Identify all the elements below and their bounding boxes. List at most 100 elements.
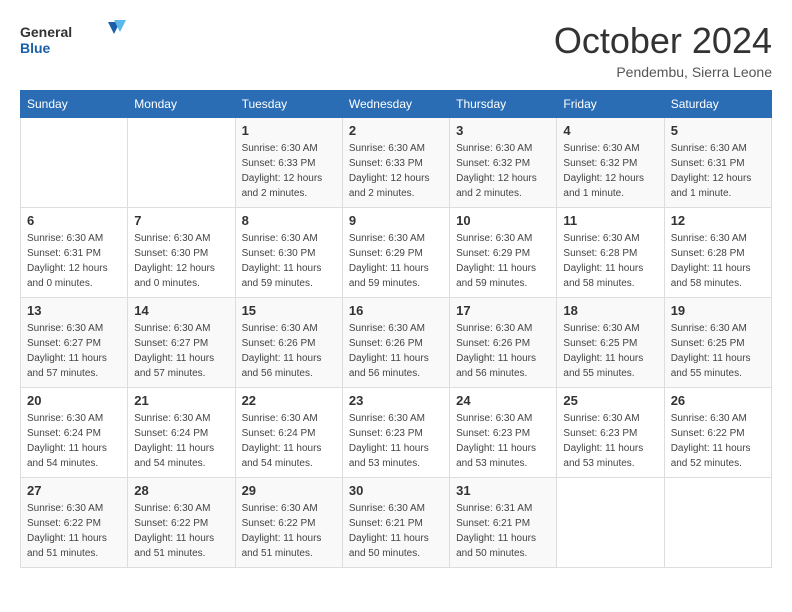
calendar-cell: 2 Sunrise: 6:30 AM Sunset: 6:33 PM Daylig…: [342, 118, 449, 208]
calendar-cell: 9 Sunrise: 6:30 AM Sunset: 6:29 PM Daylig…: [342, 208, 449, 298]
svg-text:Blue: Blue: [20, 40, 51, 56]
calendar-cell: 17 Sunrise: 6:30 AM Sunset: 6:26 PM Dayli…: [450, 298, 557, 388]
calendar-cell: 27Sunrise: 6:30 AM Sunset: 6:22 PM Dayli…: [21, 478, 128, 568]
day-detail: Sunrise: 6:30 AM Sunset: 6:24 PM Dayligh…: [134, 411, 228, 471]
day-number: 21: [134, 393, 228, 408]
calendar-cell: 16 Sunrise: 6:30 AM Sunset: 6:26 PM Dayli…: [342, 298, 449, 388]
day-detail: Sunrise: 6:30 AM Sunset: 6:25 PM Dayligh…: [563, 321, 657, 381]
day-detail: Sunrise: 6:30 AM Sunset: 6:27 PM Dayligh…: [27, 321, 121, 381]
header-saturday: Saturday: [664, 91, 771, 118]
calendar-cell: 26Sunrise: 6:30 AM Sunset: 6:22 PM Dayli…: [664, 388, 771, 478]
week-row-1: 1 Sunrise: 6:30 AM Sunset: 6:33 PM Daylig…: [21, 118, 772, 208]
calendar-cell: 18 Sunrise: 6:30 AM Sunset: 6:25 PM Dayli…: [557, 298, 664, 388]
day-number: 4: [563, 123, 657, 138]
calendar-cell: 22 Sunrise: 6:30 AM Sunset: 6:24 PM Dayli…: [235, 388, 342, 478]
calendar-cell: 13 Sunrise: 6:30 AM Sunset: 6:27 PM Dayli…: [21, 298, 128, 388]
day-number: 19: [671, 303, 765, 318]
day-detail: Sunrise: 6:30 AM Sunset: 6:29 PM Dayligh…: [349, 231, 443, 291]
day-number: 13: [27, 303, 121, 318]
day-number: 6: [27, 213, 121, 228]
day-number: 17: [456, 303, 550, 318]
location: Pendembu, Sierra Leone: [554, 64, 772, 80]
calendar-table: SundayMondayTuesdayWednesdayThursdayFrid…: [20, 90, 772, 568]
day-detail: Sunrise: 6:30 AM Sunset: 6:26 PM Dayligh…: [242, 321, 336, 381]
day-number: 23: [349, 393, 443, 408]
day-detail: Sunrise: 6:30 AM Sunset: 6:22 PM Dayligh…: [134, 501, 228, 561]
day-number: 1: [242, 123, 336, 138]
calendar-cell: 24 Sunrise: 6:30 AM Sunset: 6:23 PM Dayli…: [450, 388, 557, 478]
header-monday: Monday: [128, 91, 235, 118]
day-detail: Sunrise: 6:30 AM Sunset: 6:26 PM Dayligh…: [349, 321, 443, 381]
calendar-cell: 15Sunrise: 6:30 AM Sunset: 6:26 PM Dayli…: [235, 298, 342, 388]
day-detail: Sunrise: 6:31 AM Sunset: 6:21 PM Dayligh…: [456, 501, 550, 561]
day-detail: Sunrise: 6:30 AM Sunset: 6:25 PM Dayligh…: [671, 321, 765, 381]
day-detail: Sunrise: 6:30 AM Sunset: 6:24 PM Dayligh…: [242, 411, 336, 471]
calendar-cell: 20 Sunrise: 6:30 AM Sunset: 6:24 PM Dayli…: [21, 388, 128, 478]
calendar-cell: 4 Sunrise: 6:30 AM Sunset: 6:32 PM Daylig…: [557, 118, 664, 208]
calendar-cell: 21 Sunrise: 6:30 AM Sunset: 6:24 PM Dayli…: [128, 388, 235, 478]
day-number: 10: [456, 213, 550, 228]
day-detail: Sunrise: 6:30 AM Sunset: 6:26 PM Dayligh…: [456, 321, 550, 381]
day-detail: Sunrise: 6:30 AM Sunset: 6:23 PM Dayligh…: [563, 411, 657, 471]
day-number: 31: [456, 483, 550, 498]
svg-text:General: General: [20, 24, 72, 40]
title-block: October 2024 Pendembu, Sierra Leone: [554, 20, 772, 80]
day-number: 11: [563, 213, 657, 228]
calendar-cell: 14Sunrise: 6:30 AM Sunset: 6:27 PM Dayli…: [128, 298, 235, 388]
calendar-cell: [664, 478, 771, 568]
day-detail: Sunrise: 6:30 AM Sunset: 6:24 PM Dayligh…: [27, 411, 121, 471]
day-number: 30: [349, 483, 443, 498]
header-wednesday: Wednesday: [342, 91, 449, 118]
day-number: 14: [134, 303, 228, 318]
header-thursday: Thursday: [450, 91, 557, 118]
calendar-header-row: SundayMondayTuesdayWednesdayThursdayFrid…: [21, 91, 772, 118]
day-detail: Sunrise: 6:30 AM Sunset: 6:31 PM Dayligh…: [671, 141, 765, 201]
day-detail: Sunrise: 6:30 AM Sunset: 6:29 PM Dayligh…: [456, 231, 550, 291]
week-row-3: 13 Sunrise: 6:30 AM Sunset: 6:27 PM Dayli…: [21, 298, 772, 388]
day-number: 18: [563, 303, 657, 318]
calendar-cell: 6 Sunrise: 6:30 AM Sunset: 6:31 PM Daylig…: [21, 208, 128, 298]
day-detail: Sunrise: 6:30 AM Sunset: 6:32 PM Dayligh…: [456, 141, 550, 201]
day-number: 29: [242, 483, 336, 498]
day-number: 24: [456, 393, 550, 408]
day-detail: Sunrise: 6:30 AM Sunset: 6:23 PM Dayligh…: [456, 411, 550, 471]
month-title: October 2024: [554, 20, 772, 62]
calendar-cell: 3 Sunrise: 6:30 AM Sunset: 6:32 PM Daylig…: [450, 118, 557, 208]
calendar-cell: 25 Sunrise: 6:30 AM Sunset: 6:23 PM Dayli…: [557, 388, 664, 478]
day-number: 27: [27, 483, 121, 498]
day-number: 26: [671, 393, 765, 408]
week-row-2: 6 Sunrise: 6:30 AM Sunset: 6:31 PM Daylig…: [21, 208, 772, 298]
day-detail: Sunrise: 6:30 AM Sunset: 6:30 PM Dayligh…: [242, 231, 336, 291]
day-detail: Sunrise: 6:30 AM Sunset: 6:23 PM Dayligh…: [349, 411, 443, 471]
day-detail: Sunrise: 6:30 AM Sunset: 6:28 PM Dayligh…: [671, 231, 765, 291]
day-detail: Sunrise: 6:30 AM Sunset: 6:31 PM Dayligh…: [27, 231, 121, 291]
header-tuesday: Tuesday: [235, 91, 342, 118]
day-number: 2: [349, 123, 443, 138]
week-row-5: 27 Sunrise: 6:30 AM Sunset: 6:22 PM Dayli…: [21, 478, 772, 568]
calendar-cell: [128, 118, 235, 208]
logo: General Blue: [20, 20, 130, 60]
calendar-cell: 10 Sunrise: 6:30 AM Sunset: 6:29 PM Dayli…: [450, 208, 557, 298]
calendar-cell: 5 Sunrise: 6:30 AM Sunset: 6:31 PM Daylig…: [664, 118, 771, 208]
day-detail: Sunrise: 6:30 AM Sunset: 6:32 PM Dayligh…: [563, 141, 657, 201]
week-row-4: 20 Sunrise: 6:30 AM Sunset: 6:24 PM Dayli…: [21, 388, 772, 478]
calendar-cell: 30 Sunrise: 6:30 AM Sunset: 6:21 PM Dayli…: [342, 478, 449, 568]
day-number: 22: [242, 393, 336, 408]
day-detail: Sunrise: 6:30 AM Sunset: 6:21 PM Dayligh…: [349, 501, 443, 561]
day-number: 16: [349, 303, 443, 318]
day-number: 7: [134, 213, 228, 228]
day-number: 9: [349, 213, 443, 228]
day-detail: Sunrise: 6:30 AM Sunset: 6:33 PM Dayligh…: [349, 141, 443, 201]
calendar-cell: 23 Sunrise: 6:30 AM Sunset: 6:23 PM Dayli…: [342, 388, 449, 478]
day-number: 20: [27, 393, 121, 408]
calendar-cell: 19 Sunrise: 6:30 AM Sunset: 6:25 PM Dayli…: [664, 298, 771, 388]
day-number: 8: [242, 213, 336, 228]
calendar-cell: 28Sunrise: 6:30 AM Sunset: 6:22 PM Dayli…: [128, 478, 235, 568]
calendar-cell: 1 Sunrise: 6:30 AM Sunset: 6:33 PM Daylig…: [235, 118, 342, 208]
day-detail: Sunrise: 6:30 AM Sunset: 6:33 PM Dayligh…: [242, 141, 336, 201]
day-number: 5: [671, 123, 765, 138]
day-number: 25: [563, 393, 657, 408]
page-header: General Blue October 2024 Pendembu, Sier…: [20, 20, 772, 80]
day-detail: Sunrise: 6:30 AM Sunset: 6:30 PM Dayligh…: [134, 231, 228, 291]
day-number: 3: [456, 123, 550, 138]
